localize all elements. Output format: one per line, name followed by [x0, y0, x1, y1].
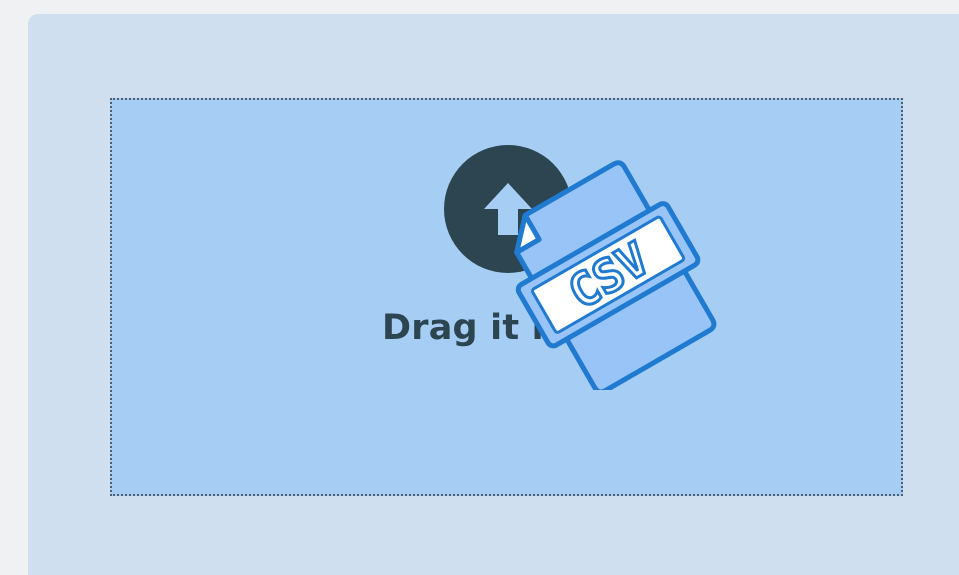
csv-file-icon[interactable]: CSV: [506, 148, 722, 390]
